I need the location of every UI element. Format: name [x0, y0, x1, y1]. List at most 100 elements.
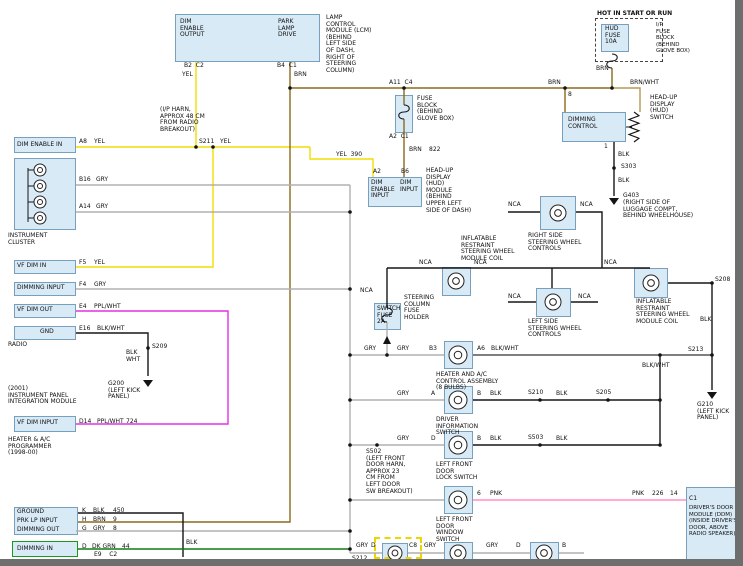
- hud-fuse: HUD FUSE 10A: [605, 26, 620, 46]
- window-frame-right: [735, 0, 743, 566]
- pin-b-row3: B: [477, 436, 481, 443]
- fuse-mid-note: FUSE BLOCK (BEHIND GLOVE BOX): [417, 96, 454, 122]
- gry-row1: GRY: [397, 346, 409, 353]
- e9-c2: E9 C2: [94, 552, 117, 559]
- nca-5: NCA: [508, 294, 521, 301]
- hud-pin-a2: A2: [373, 169, 381, 176]
- pin-e4: E4: [79, 304, 87, 311]
- nca-7: NCA: [604, 260, 617, 267]
- pnk-ddm: PNK: [632, 491, 644, 498]
- pin-a6: A6: [477, 346, 485, 353]
- radio: RADIO: [8, 342, 27, 349]
- gry-fuse: GRY: [364, 346, 376, 353]
- left-coil-note: INFLATABLE RESTRAINT STEERING WHEEL MODU…: [461, 236, 514, 262]
- park-lamp-drive: PARK LAMP DRIVE: [278, 19, 296, 39]
- s211: S211: [199, 139, 214, 146]
- blkwht-right: BLK/WHT: [642, 363, 670, 370]
- pin-e16: E16: [79, 326, 90, 333]
- prk-lp-input: PRK LP INPUT: [17, 518, 57, 525]
- brn-lcm: BRN: [294, 72, 307, 79]
- right-coil-note: INFLATABLE RESTRAINT STEERING WHEEL MODU…: [636, 299, 689, 325]
- pin-a14: A14: [79, 204, 91, 211]
- pin-6: 6: [477, 491, 481, 498]
- pin-b3: B3: [429, 346, 437, 353]
- hud-module-note: HEAD-UP DISPLAY (HUD) MODULE (BEHIND UPP…: [426, 168, 471, 214]
- brnwht: BRN/WHT: [630, 80, 659, 87]
- blk-hud2: BLK: [618, 178, 629, 185]
- gry-bottom1: GRY: [356, 543, 368, 550]
- pplwht-d14: PPL/WHT: [97, 419, 124, 426]
- pin-b-bottom: B: [562, 543, 566, 550]
- pin-d-bottom1: D: [371, 543, 376, 550]
- blkwht-e16: BLK/WHT: [97, 326, 125, 333]
- brn-hud: BRN: [409, 147, 422, 154]
- nca-1: NCA: [508, 202, 521, 209]
- row3-note: LEFT FRONT DOOR LOCK SWITCH: [436, 462, 477, 482]
- fuse-mid-pin-bottom: A2 C1: [389, 134, 409, 141]
- vf-dim-out: VF DIM OUT: [17, 307, 53, 314]
- s213: S213: [688, 347, 703, 354]
- labels-layer: DIM ENABLE OUTPUT PARK LAMP DRIVE LAMP CON…: [0, 0, 743, 566]
- blk-right: BLK: [700, 317, 711, 324]
- gnd: GND: [40, 329, 54, 336]
- yel-s211: YEL: [220, 139, 231, 146]
- blk-wht-s209: BLK WHT: [126, 350, 140, 363]
- ckt-822: 822: [429, 147, 440, 154]
- vf-dim-input: VF DIM INPUT: [17, 420, 58, 427]
- gry-a14: GRY: [96, 204, 108, 211]
- right-controls-note: RIGHT SIDE STEERING WHEEL CONTROLS: [528, 233, 581, 253]
- nca-6: NCA: [578, 294, 591, 301]
- pin-8: 8: [568, 92, 572, 99]
- hud-pin-b6: B6: [401, 169, 409, 176]
- ipm-note: (2001) INSTRUMENT PANEL INTEGRATION MODU…: [8, 386, 77, 406]
- brn-h: BRN: [93, 517, 106, 524]
- yel-lcm: YEL: [182, 72, 193, 79]
- gry-f4: GRY: [94, 282, 106, 289]
- ground-row: GROUND: [17, 509, 44, 516]
- nca-2: NCA: [580, 202, 593, 209]
- left-controls-note: LEFT SIDE STEERING WHEEL CONTROLS: [528, 319, 581, 339]
- pin-f4: F4: [79, 282, 86, 289]
- pin-c8: C8: [409, 543, 417, 550]
- fuse-holder-note: STEERING COLUMN FUSE HOLDER: [404, 295, 434, 321]
- blkwht-row1: BLK/WHT: [491, 346, 519, 353]
- dkgrn-d: DK GRN: [92, 544, 116, 551]
- pin-d: D: [82, 544, 87, 551]
- g200-note: G200 (LEFT KICK PANEL): [108, 381, 140, 401]
- ddm-note: DRIVER'S DOOR MODULE (DDM) (INSIDE DRIVE…: [689, 505, 737, 538]
- dim-enable-input: DIM ENABLE INPUT: [371, 180, 395, 200]
- dimming-out: DIMMING OUT: [17, 527, 59, 534]
- yel-a8: YEL: [94, 139, 105, 146]
- s502-note: S502 (LEFT FRONT DOOR HARN, APPROX 23 CM…: [366, 449, 413, 495]
- wiring-diagram-window: DIM ENABLE OUTPUT PARK LAMP DRIVE LAMP CON…: [0, 0, 743, 566]
- gry-row2: GRY: [397, 391, 409, 398]
- brn-dim: BRN: [548, 80, 561, 87]
- yel-390: YEL 390: [336, 152, 362, 159]
- s503: S503: [528, 435, 543, 442]
- blk-k: BLK: [93, 508, 104, 515]
- nca-3: NCA: [419, 260, 432, 267]
- blk-450-label: BLK: [186, 540, 197, 547]
- ckt-450: 450: [113, 508, 124, 515]
- dimming-input: DIMMING INPUT: [17, 285, 65, 292]
- pin-d-bottom2: D: [516, 543, 521, 550]
- pin-b16: B16: [79, 177, 91, 184]
- pin-a8: A8: [79, 139, 87, 146]
- hot-in-start-or-run: HOT IN START OR RUN: [597, 11, 672, 18]
- ckt-44: 44: [122, 544, 130, 551]
- brn-fuse: BRN: [596, 66, 609, 73]
- ckt-724: 724: [126, 419, 137, 426]
- lcm-pin-right: B4 C1: [277, 63, 297, 70]
- lcm-note: LAMP CONTROL MODULE (LCM) (BEHIND LEFT S…: [326, 15, 371, 74]
- ckt-8: 8: [113, 526, 117, 533]
- gry-bottom2: GRY: [424, 543, 436, 550]
- dim-enable-in: DIM ENABLE IN: [17, 142, 62, 149]
- gry-row3: GRY: [397, 436, 409, 443]
- hac-note: HEATER & A/C PROGRAMMER (1998-00): [8, 437, 52, 457]
- g210-note: G210 (LEFT KICK PANEL): [697, 402, 729, 422]
- gry-g: GRY: [93, 526, 105, 533]
- pin-d-row3: D: [431, 436, 436, 443]
- dim-enable-output: DIM ENABLE OUTPUT: [180, 19, 204, 39]
- pin-f5: F5: [79, 260, 86, 267]
- row4-note: LEFT FRONT DOOR WINDOW SWITCH: [436, 517, 473, 543]
